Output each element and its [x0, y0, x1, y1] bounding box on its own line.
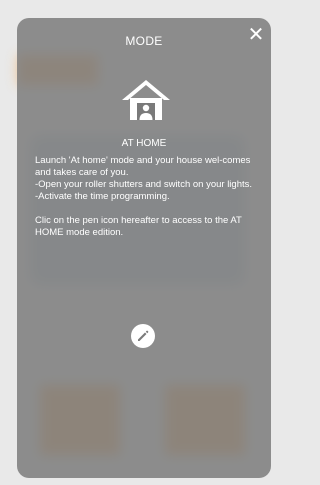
description-line: -Activate the time programming. — [35, 191, 170, 202]
mode-name: AT HOME — [121, 138, 167, 149]
close-icon[interactable]: ✕ — [245, 24, 267, 46]
modal-title: MODE — [125, 34, 163, 48]
mode-description: Launch 'At home' mode and your house wel… — [35, 155, 261, 239]
mode-modal: MODE ✕ AT HOME Launch 'At home' mode and… — [17, 18, 271, 478]
pen-icon — [138, 330, 149, 341]
description-line: -Open your roller shutters and switch on… — [35, 179, 253, 190]
description-line: Launch 'At home' mode and your house wel… — [35, 155, 251, 178]
edit-button[interactable] — [131, 324, 155, 348]
home-with-person-icon — [122, 80, 170, 120]
edit-instruction: Clic on the pen icon hereafter to access… — [35, 215, 242, 238]
